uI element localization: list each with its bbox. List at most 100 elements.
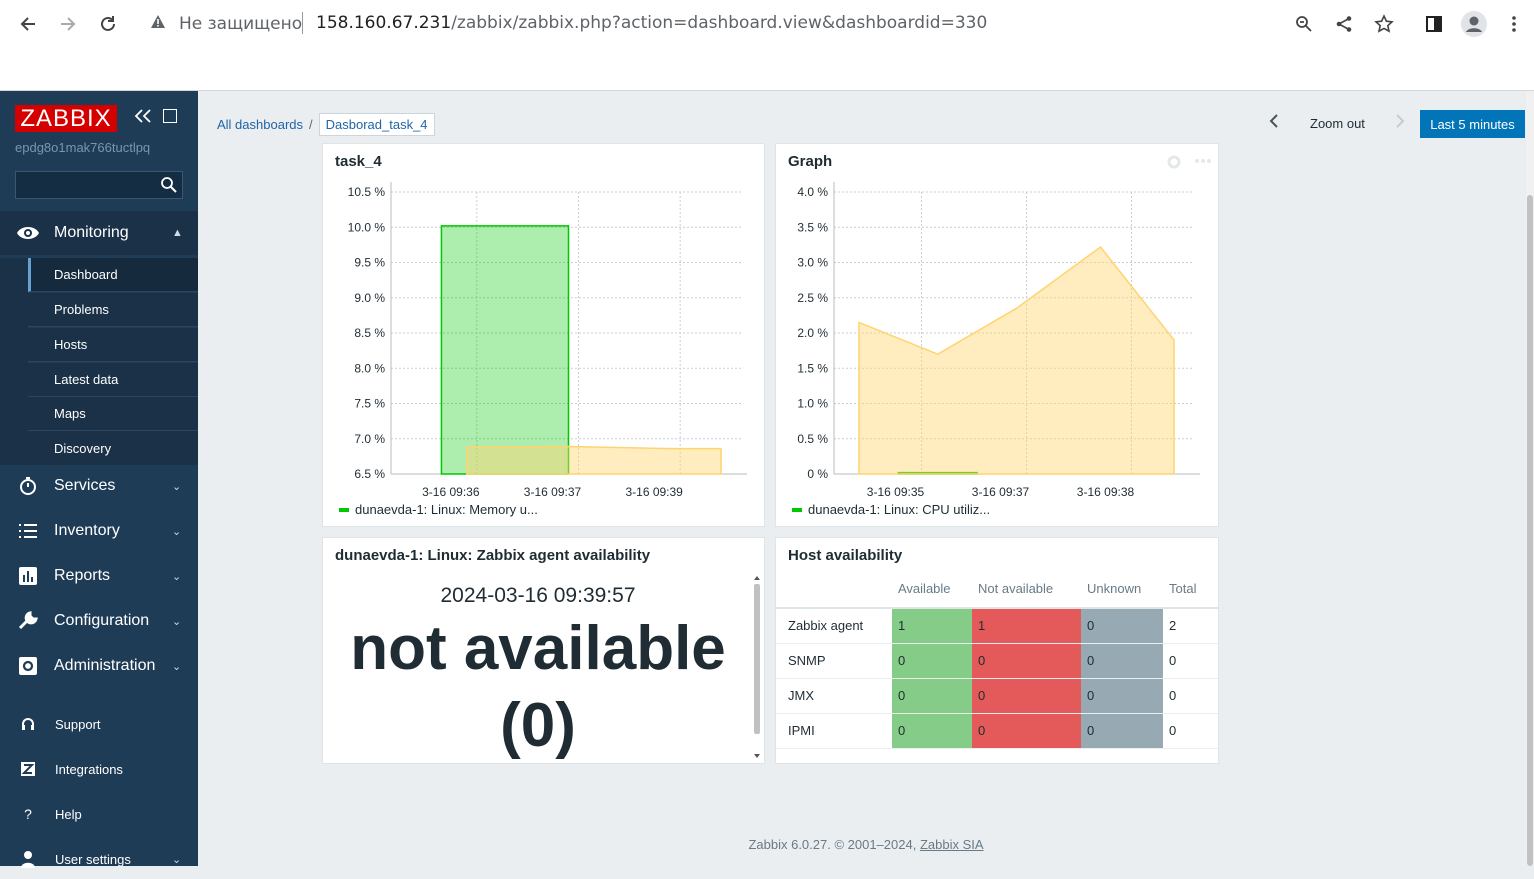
y-tick-label: 0 % xyxy=(807,467,828,481)
time-back-icon[interactable] xyxy=(1268,113,1280,134)
x-tick-label: 3-16 09:36 xyxy=(422,485,480,499)
time-range-button[interactable]: Last 5 minutes xyxy=(1420,110,1525,138)
zabbix-logo[interactable]: ZABBIX xyxy=(15,105,117,132)
forward-icon[interactable] xyxy=(54,10,82,38)
submenu-maps[interactable]: Maps xyxy=(28,397,198,431)
footer-link[interactable]: Zabbix SIA xyxy=(920,837,984,852)
kebab-menu-icon[interactable] xyxy=(1500,10,1528,38)
submenu-maps-label: Maps xyxy=(54,406,86,421)
host-availability-table: Available Not available Unknown Total Za… xyxy=(776,570,1218,749)
zoom-icon[interactable] xyxy=(1290,10,1318,38)
submenu-dashboard[interactable]: Dashboard xyxy=(28,258,198,292)
cell-unknown[interactable]: 0 xyxy=(1081,608,1163,644)
submenu-latest-data[interactable]: Latest data xyxy=(28,363,198,397)
url-separator xyxy=(302,12,303,34)
footer: Zabbix 6.0.27. © 2001–2024, Zabbix SIA xyxy=(198,837,1534,852)
y-tick-label: 6.5 % xyxy=(354,467,385,481)
cell-total[interactable]: 0 xyxy=(1163,678,1218,714)
submenu-problems[interactable]: Problems xyxy=(28,293,198,327)
server-name: epdg8o1mak766tuctlpq xyxy=(15,140,151,155)
warning-icon[interactable] xyxy=(150,14,166,33)
headset-icon xyxy=(18,714,38,734)
menu-services-label: Services xyxy=(54,477,116,494)
collapse-sidebar-icon[interactable] xyxy=(134,107,152,130)
z-icon xyxy=(18,759,38,779)
gear-icon[interactable] xyxy=(1166,154,1182,170)
cell-total[interactable]: 0 xyxy=(1163,713,1218,749)
search-input[interactable] xyxy=(15,171,183,199)
cell-available[interactable]: 1 xyxy=(892,608,972,644)
menu-support[interactable]: Support xyxy=(0,704,198,744)
back-icon[interactable] xyxy=(14,10,42,38)
table-header-row: Available Not available Unknown Total xyxy=(776,570,1218,609)
widget-scrollbar[interactable] xyxy=(752,574,762,760)
menu-integrations[interactable]: Integrations xyxy=(0,749,198,789)
column-header: Unknown xyxy=(1081,570,1163,609)
sidebar: ZABBIX epdg8o1mak766tuctlpq Monitoring ▲… xyxy=(0,91,198,868)
submenu-hosts[interactable]: Hosts xyxy=(28,328,198,362)
y-tick-label: 1.5 % xyxy=(797,361,828,375)
share-icon[interactable] xyxy=(1330,10,1358,38)
legend-swatch xyxy=(339,507,349,512)
row-name: SNMP xyxy=(776,643,892,679)
list-icon xyxy=(16,519,40,543)
chevron-down-icon: ⌄ xyxy=(172,480,182,493)
menu-user-settings-label: User settings xyxy=(55,851,131,867)
cell-total[interactable]: 2 xyxy=(1163,608,1218,644)
task4-chart: 10.5 % 10.0 % 9.5 % 9.0 % 8.5 % 8.0 % 7.5 % 7.0… xyxy=(348,182,747,499)
series-area-yellow xyxy=(858,245,1175,475)
cell-unknown[interactable]: 0 xyxy=(1081,678,1163,714)
y-tick-label: 1.0 % xyxy=(797,397,828,411)
submenu-hosts-label: Hosts xyxy=(54,337,88,352)
cell-not-available[interactable]: 0 xyxy=(972,713,1081,749)
insecure-label[interactable]: Не защищено xyxy=(179,14,302,34)
menu-reports[interactable]: Reports ⌄ xyxy=(0,554,198,598)
bar-chart-icon xyxy=(16,564,40,588)
zoom-out-button[interactable]: Zoom out xyxy=(1310,116,1365,131)
profile-icon[interactable] xyxy=(1460,10,1488,38)
page-scrollbar-thumb[interactable] xyxy=(1527,195,1533,866)
url-host: 158.160.67.231 xyxy=(316,13,452,33)
search-icon[interactable] xyxy=(160,176,178,194)
menu-monitoring[interactable]: Monitoring ▲ xyxy=(0,211,198,255)
y-tick-label: 10.0 % xyxy=(348,220,386,234)
cell-unknown[interactable]: 0 xyxy=(1081,713,1163,749)
item-value-code: (0) xyxy=(500,691,576,760)
menu-configuration-label: Configuration xyxy=(54,612,150,629)
y-tick-label: 9.0 % xyxy=(354,291,385,305)
widget-task4: task_4 10.5 % 10.0 % 9.5 % 9.0 % 8.5 % 8.0 % 7… xyxy=(322,143,765,527)
item-timestamp: 2024-03-16 09:39:57 xyxy=(440,584,636,607)
cell-available[interactable]: 0 xyxy=(892,713,972,749)
submenu-discovery[interactable]: Discovery xyxy=(28,431,198,465)
kiosk-mode-icon[interactable] xyxy=(163,109,177,123)
row-name: Zabbix agent xyxy=(776,608,892,644)
column-header: Available xyxy=(892,570,972,609)
legend-swatch xyxy=(792,507,802,512)
more-icon[interactable] xyxy=(1194,158,1212,164)
table-row: SNMP 0 0 0 0 xyxy=(776,643,1218,679)
side-panel-icon[interactable] xyxy=(1420,10,1448,38)
y-tick-label: 8.5 % xyxy=(354,326,385,340)
menu-monitoring-label: Monitoring xyxy=(54,224,129,241)
menu-user-settings[interactable]: User settings ⌄ xyxy=(0,839,198,879)
breadcrumb-current-dashboard[interactable]: Dasborad_task_4 xyxy=(318,113,435,136)
time-forward-icon[interactable] xyxy=(1394,113,1406,134)
reload-icon[interactable] xyxy=(94,10,122,38)
star-icon[interactable] xyxy=(1370,10,1398,38)
menu-configuration[interactable]: Configuration ⌄ xyxy=(0,599,198,643)
cell-unknown[interactable]: 0 xyxy=(1081,643,1163,679)
cell-available[interactable]: 0 xyxy=(892,678,972,714)
address-bar[interactable]: 158.160.67.231/zabbix/zabbix.php?action=… xyxy=(316,13,987,33)
cell-not-available[interactable]: 1 xyxy=(972,608,1081,644)
menu-services[interactable]: Services ⌄ xyxy=(0,464,198,508)
menu-inventory[interactable]: Inventory ⌄ xyxy=(0,509,198,553)
menu-administration[interactable]: Administration ⌄ xyxy=(0,644,198,688)
cell-not-available[interactable]: 0 xyxy=(972,678,1081,714)
cell-not-available[interactable]: 0 xyxy=(972,643,1081,679)
submenu-latest-data-label: Latest data xyxy=(54,372,119,387)
breadcrumb-all-dashboards[interactable]: All dashboards xyxy=(217,117,303,132)
menu-reports-label: Reports xyxy=(54,567,111,584)
cell-total[interactable]: 0 xyxy=(1163,643,1218,679)
cell-available[interactable]: 0 xyxy=(892,643,972,679)
menu-help[interactable]: ? Help xyxy=(0,794,198,834)
